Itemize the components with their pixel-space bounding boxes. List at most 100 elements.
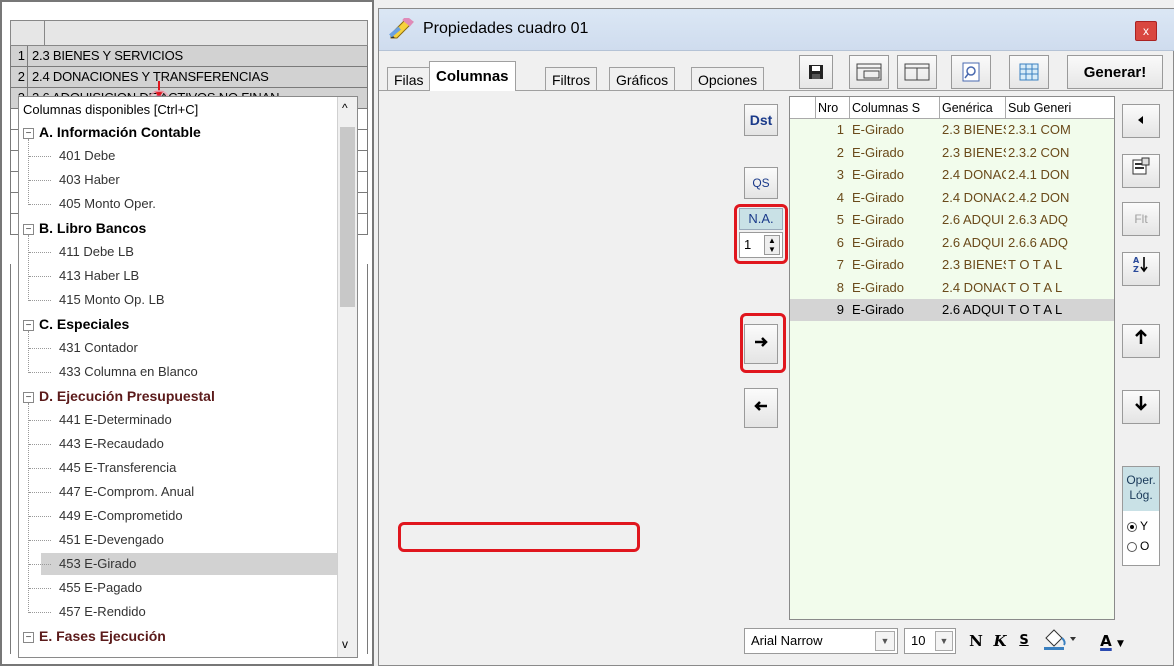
chevron-down-icon[interactable]: ▼ [875,631,895,651]
radio-y[interactable]: Y [1127,519,1148,533]
table-row[interactable]: 2 E-Girado 2.3 BIENES 2.3.2 CON [790,142,1114,164]
cell-columna: E-Girado [852,234,905,250]
tree-group[interactable]: − C. Especiales [23,313,129,335]
table-row[interactable]: 5 E-Girado 2.6 ADQUI 2.6.3 ADQ [790,209,1114,231]
save-button[interactable] [799,55,833,89]
scroll-down-icon[interactable]: v [342,637,348,651]
tree-item[interactable]: 445 E-Transferencia [59,457,176,479]
na-spinner[interactable]: 1 ▲ ▼ [739,232,783,258]
chevron-down-icon[interactable]: ▼ [1117,639,1124,649]
tree-item[interactable]: 457 E-Rendido [59,601,146,623]
cell-nro: 8 [836,279,844,295]
cell-columna: E-Girado [852,212,905,227]
scroll-up-icon[interactable]: ^ [342,101,348,115]
collapse-button[interactable] [1122,104,1160,138]
col-header-columnas[interactable]: Columnas S [850,97,940,119]
text-color-button[interactable]: A ▼ [1090,628,1134,654]
add-column-button[interactable] [744,324,778,364]
svg-text:Z: Z [1133,265,1139,273]
tab-filas[interactable]: Filas [387,67,431,91]
tree-item[interactable]: 449 E-Comprometido [59,505,183,527]
tree-group[interactable]: − D. Ejecución Presupuestal [23,385,215,407]
tree-item[interactable]: 401 Debe [59,145,115,167]
tree-item[interactable]: 441 E-Determinado [59,409,172,431]
generate-button[interactable]: Generar! [1067,55,1163,89]
layout-button[interactable] [849,55,889,89]
collapse-icon[interactable]: − [23,319,34,331]
preview-button[interactable] [951,55,991,89]
move-down-button[interactable] [1122,390,1160,424]
row-label: 2.4 DONACIONES Y TRANSFERENCIAS [27,67,367,87]
tree-item[interactable]: 447 E-Comprom. Anual [59,481,194,503]
panels-button[interactable] [897,55,937,89]
available-columns-tree[interactable]: Columnas disponibles [Ctrl+C] − A. Inform… [18,96,358,658]
table-row[interactable]: 1 E-Girado 2.3 BIENES 2.3.1 COM [790,119,1114,141]
tree-item[interactable]: 411 Debe LB [59,241,134,263]
table-button[interactable] [1009,55,1049,89]
radio-o[interactable]: O [1127,539,1149,553]
tab-graficos[interactable]: Gráficos [609,67,676,91]
cell-subgenerica: 2.6.3 ADQ [1008,212,1068,227]
table-row[interactable]: 8 E-Girado 2.4 DONAC T O T A L [790,277,1114,299]
table-row[interactable]: 3 E-Girado 2.4 DONAC 2.4.1 DON [790,164,1114,186]
na-value[interactable]: 1 [744,237,751,252]
dialog-title: Propiedades cuadro 01 [423,20,589,37]
table-row[interactable]: 6 E-Girado 2.6 ADQUI 2.6.6 ADQ [790,232,1114,254]
col-header-nro[interactable]: Nro [816,97,850,119]
tab-opciones[interactable]: Opciones [691,67,765,91]
underline-button[interactable]: S [1014,628,1034,654]
font-size-select[interactable]: 10 ▼ [904,628,956,654]
qs-button[interactable]: QS [744,167,778,199]
tree-group[interactable]: − B. Libro Bancos [23,217,146,239]
chevron-down-icon[interactable]: ▼ [935,631,953,651]
properties-button[interactable] [1122,154,1160,188]
sort-button[interactable]: AZ [1122,252,1160,286]
cell-columna: E-Girado [852,144,905,160]
chevron-left-icon [1138,116,1143,124]
tree-group[interactable]: − E. Fases Ejecución [23,625,166,647]
spinner-arrows-icon[interactable]: ▲ ▼ [764,235,780,255]
selected-columns-grid[interactable]: Nro Columnas S Genérica Sub Generi 1 E-Gi… [789,96,1115,620]
tree-item[interactable]: 431 Contador [59,337,138,359]
table-row[interactable]: 7 E-Girado 2.3 BIENES T O T A L [790,254,1114,276]
col-header-generica[interactable]: Genérica [940,97,1006,119]
tree-item[interactable]: 433 Columna en Blanco [59,361,198,383]
remove-column-button[interactable] [744,388,778,428]
arrow-up-icon [1135,329,1147,344]
tab-columnas[interactable]: Columnas [429,61,516,91]
tab-filtros[interactable]: Filtros [545,67,598,91]
scroll-thumb[interactable] [340,127,355,307]
fill-color-button[interactable] [1040,628,1080,654]
tree-item[interactable]: 413 Haber LB [59,265,139,287]
tree-item[interactable]: 453 E-Girado [41,553,337,575]
close-button[interactable]: x [1135,21,1157,41]
tree-item[interactable]: 403 Haber [59,169,120,191]
grid-header [10,20,368,46]
sort-az-icon: AZ [1133,256,1148,274]
col-header-subgenerica[interactable]: Sub Generi [1006,97,1114,119]
radio-checked-icon [1127,521,1137,532]
tree-item[interactable]: 451 E-Devengado [59,529,164,551]
tree-item[interactable]: 443 E-Recaudado [59,433,164,455]
tree-item[interactable]: 455 E-Pagado [59,577,142,599]
collapse-icon[interactable]: − [23,631,34,643]
dst-button[interactable]: Dst [744,104,778,136]
italic-button[interactable]: K [990,628,1010,654]
move-up-button[interactable] [1122,324,1160,358]
font-family-select[interactable]: Arial Narrow ▼ [744,628,898,654]
tree-item[interactable]: 405 Monto Oper. [59,193,156,215]
bold-button[interactable]: N [966,628,986,654]
tree-scrollbar[interactable]: ^ v [337,97,357,657]
table-row[interactable]: 9 E-Girado 2.6 ADQUI T O T A L [790,299,1114,321]
table-row[interactable]: 1 2.3 BIENES Y SERVICIOS [10,46,368,67]
collapse-icon[interactable]: − [23,127,34,139]
collapse-icon[interactable]: − [23,223,34,235]
table-row[interactable]: 2 2.4 DONACIONES Y TRANSFERENCIAS [10,67,368,88]
cell-generica: 2.6 ADQUI [942,234,1005,250]
table-row[interactable]: 4 E-Girado 2.4 DONAC 2.4.2 DON [790,187,1114,209]
filter-button[interactable]: Flt [1122,202,1160,236]
tree-item[interactable]: 415 Monto Op. LB [59,289,165,311]
tree-group[interactable]: − A. Información Contable [23,121,201,143]
collapse-icon[interactable]: − [23,391,34,403]
cell-generica: 2.6 ADQUI [942,302,1005,317]
